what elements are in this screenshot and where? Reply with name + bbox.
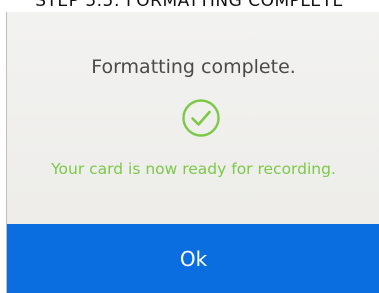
device-screen: Formatting complete. Your card is now re… [6, 12, 379, 293]
dialog-title: Formatting complete. [91, 56, 296, 78]
ok-button-label: Ok [179, 246, 208, 271]
screenshot-stage: STEP 5.5: FORMATTING COMPLETE Formatting… [0, 0, 379, 293]
status-message: Your card is now ready for recording. [51, 160, 336, 178]
ok-button[interactable]: Ok [7, 224, 379, 293]
step-caption: STEP 5.5: FORMATTING COMPLETE [35, 0, 344, 11]
check-circle-icon [182, 99, 220, 137]
